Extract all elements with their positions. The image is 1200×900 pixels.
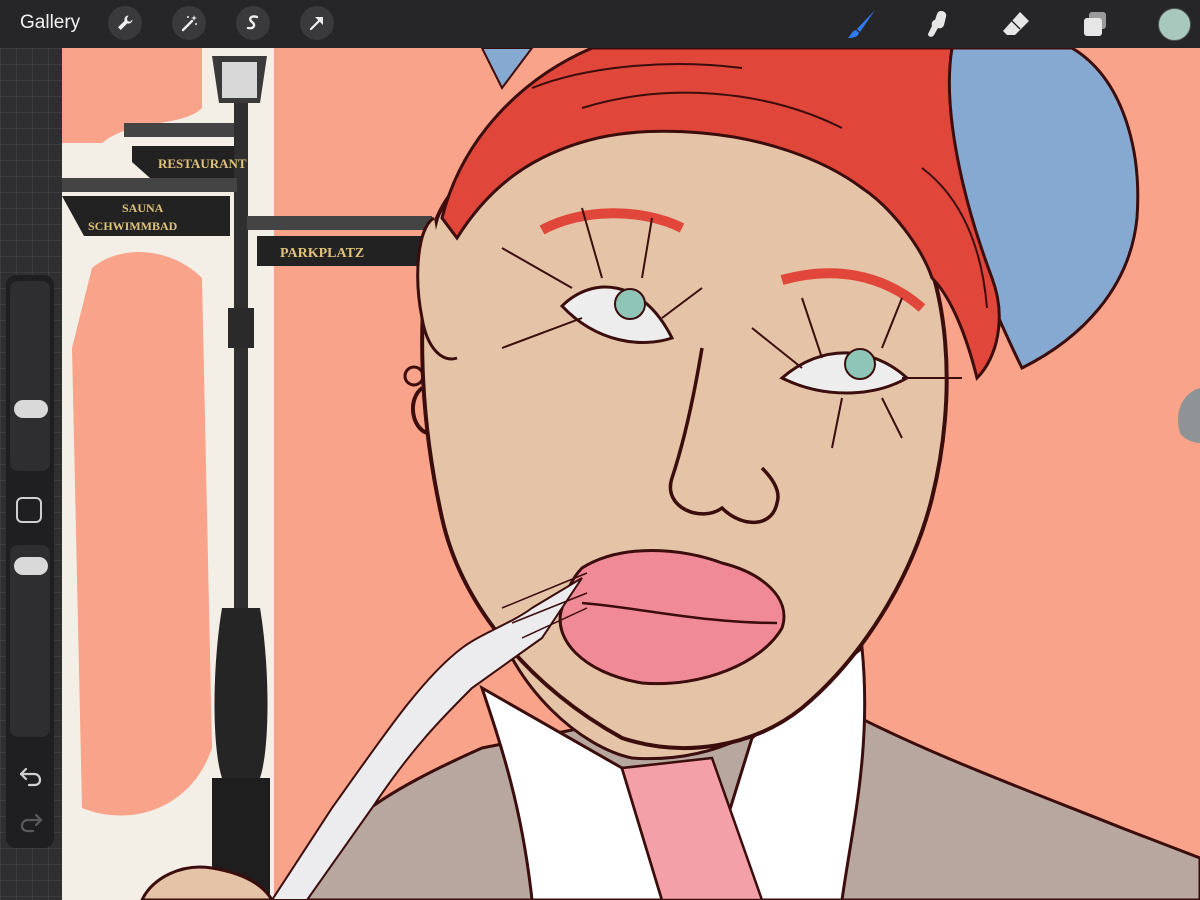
top-toolbar: Gallery — [0, 0, 1200, 48]
sign-restaurant: RESTAURANT — [158, 156, 247, 171]
selection-button[interactable] — [236, 6, 270, 40]
sidebar — [6, 275, 54, 848]
wrench-icon — [118, 15, 133, 30]
adjustments-button[interactable] — [172, 6, 206, 40]
smudge-icon — [928, 11, 947, 37]
opacity-slider[interactable] — [10, 545, 50, 737]
color-picker-button[interactable] — [1158, 8, 1191, 41]
transform-button[interactable] — [300, 6, 334, 40]
undo-icon[interactable] — [18, 763, 44, 789]
sign-sauna: SAUNA — [122, 201, 164, 215]
sign-parkplatz: PARKPLATZ — [280, 246, 364, 261]
actions-button[interactable] — [108, 6, 142, 40]
modify-button[interactable] — [16, 497, 42, 523]
eraser-icon — [1003, 12, 1029, 35]
opacity-handle[interactable] — [14, 557, 48, 576]
brush-size-slider[interactable] — [10, 281, 50, 471]
redo-icon[interactable] — [18, 809, 44, 835]
brush-icon — [848, 10, 875, 38]
brush-tool-button[interactable] — [844, 6, 880, 42]
gallery-button[interactable]: Gallery — [20, 12, 80, 34]
magic-wand-icon — [181, 15, 197, 32]
artwork: RESTAURANT SAUNA SCHWIMMBAD PARKPLATZ — [62, 48, 1200, 900]
eraser-tool-button[interactable] — [998, 6, 1034, 42]
transform-arrow-icon — [309, 17, 323, 31]
smudge-tool-button[interactable] — [920, 6, 956, 42]
selection-icon — [246, 15, 259, 30]
sign-schwimmbad: SCHWIMMBAD — [88, 219, 178, 233]
drawing-canvas[interactable]: RESTAURANT SAUNA SCHWIMMBAD PARKPLATZ — [62, 48, 1200, 900]
layers-button[interactable] — [1077, 6, 1113, 42]
brush-size-handle[interactable] — [14, 399, 48, 418]
layers-icon — [1084, 12, 1106, 36]
